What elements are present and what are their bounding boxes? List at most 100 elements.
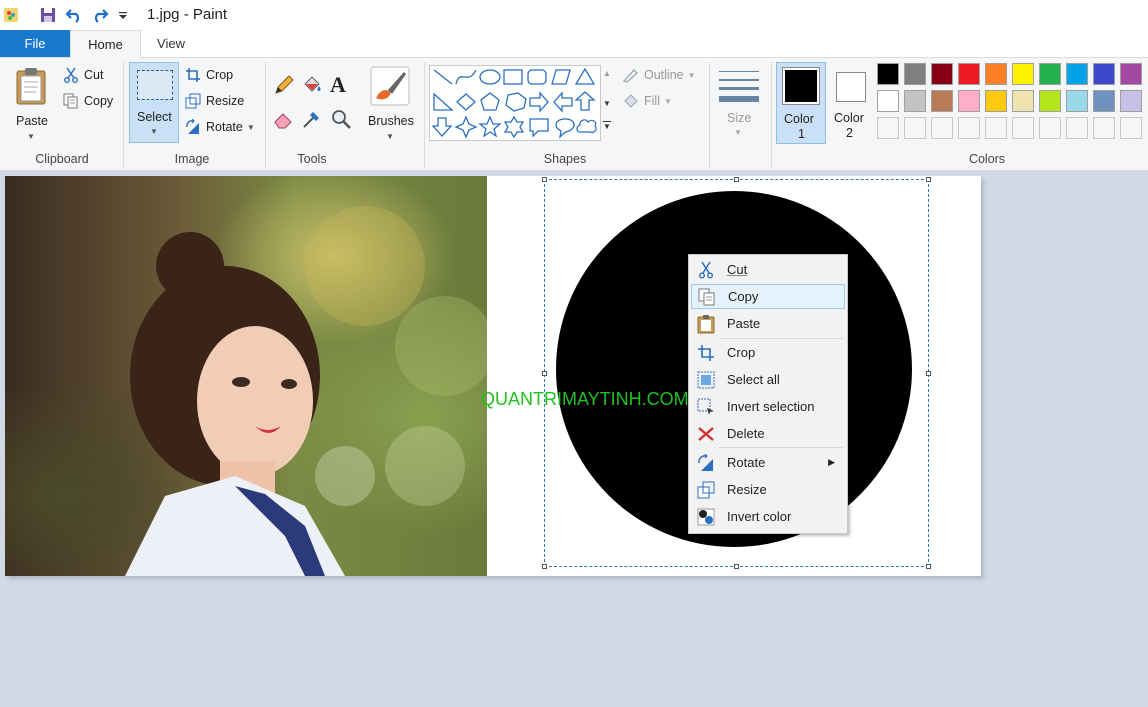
- paint-app-icon[interactable]: [1, 5, 21, 25]
- color-picker-icon[interactable]: [301, 108, 323, 133]
- menu-item-invert-color[interactable]: Invert color: [691, 504, 845, 529]
- brushes-button[interactable]: Brushes ▼: [362, 62, 418, 146]
- color-swatch[interactable]: [1093, 90, 1115, 112]
- menu-item-delete[interactable]: Delete: [691, 421, 845, 446]
- rotate-button[interactable]: Rotate ▼: [184, 116, 255, 138]
- menu-item-resize[interactable]: Resize: [691, 477, 845, 502]
- color-swatch[interactable]: [958, 63, 980, 85]
- rectangle-shape-icon[interactable]: [503, 69, 523, 85]
- color2-button[interactable]: Color 2: [828, 62, 874, 144]
- cloud-callout-shape-icon[interactable]: [576, 119, 597, 134]
- custom-color-slot[interactable]: [1012, 117, 1034, 139]
- custom-color-slot[interactable]: [904, 117, 926, 139]
- selection-handle[interactable]: [542, 564, 547, 569]
- color-swatch[interactable]: [1039, 90, 1061, 112]
- custom-color-slot[interactable]: [1120, 117, 1142, 139]
- color-swatch[interactable]: [985, 90, 1007, 112]
- rounded-rectangle-shape-icon[interactable]: [527, 69, 547, 85]
- menu-item-crop[interactable]: Crop: [691, 340, 845, 365]
- selection-handle[interactable]: [542, 177, 547, 182]
- selection-handle[interactable]: [926, 177, 931, 182]
- color-swatch[interactable]: [1066, 90, 1088, 112]
- triangle-shape-icon[interactable]: [574, 67, 596, 85]
- six-point-star-shape-icon[interactable]: [503, 115, 525, 139]
- color-swatch[interactable]: [931, 63, 953, 85]
- outline-button[interactable]: Outline ▼: [622, 64, 696, 86]
- polygon-shape-icon[interactable]: [551, 69, 571, 85]
- five-point-star-shape-icon[interactable]: [478, 115, 502, 138]
- line-shape-icon[interactable]: [433, 69, 453, 85]
- color-swatch[interactable]: [931, 90, 953, 112]
- color-swatch[interactable]: [1039, 63, 1061, 85]
- custom-color-slot[interactable]: [1093, 117, 1115, 139]
- undo-icon[interactable]: [64, 5, 84, 25]
- menu-item-paste[interactable]: Paste: [691, 311, 845, 336]
- fill-button[interactable]: Fill ▼: [622, 90, 672, 112]
- menu-item-invert-selection[interactable]: Invert selection: [691, 394, 845, 419]
- rounded-callout-shape-icon[interactable]: [529, 118, 549, 138]
- color-swatch[interactable]: [1066, 63, 1088, 85]
- four-point-star-shape-icon[interactable]: [454, 115, 478, 139]
- hexagon-shape-icon[interactable]: [505, 92, 527, 112]
- custom-color-slot[interactable]: [1039, 117, 1061, 139]
- eraser-icon[interactable]: [273, 108, 295, 133]
- scroll-down-icon[interactable]: ▼: [603, 99, 611, 108]
- color-swatch[interactable]: [904, 63, 926, 85]
- shapes-scrollbar[interactable]: ▲ ▼ ▼: [600, 65, 614, 141]
- right-triangle-shape-icon[interactable]: [433, 92, 454, 111]
- custom-color-slot[interactable]: [931, 117, 953, 139]
- diamond-shape-icon[interactable]: [456, 93, 476, 111]
- oval-shape-icon[interactable]: [479, 69, 501, 85]
- custom-color-slot[interactable]: [877, 117, 899, 139]
- color-swatch[interactable]: [1120, 63, 1142, 85]
- color-swatch[interactable]: [1012, 90, 1034, 112]
- pencil-icon[interactable]: [273, 74, 295, 99]
- oval-callout-shape-icon[interactable]: [555, 118, 575, 139]
- selection-handle[interactable]: [734, 177, 739, 182]
- selection-handle[interactable]: [542, 371, 547, 376]
- custom-color-slot[interactable]: [1066, 117, 1088, 139]
- color-swatch[interactable]: [1012, 63, 1034, 85]
- menu-item-rotate[interactable]: Rotate ▶: [691, 450, 845, 475]
- pentagon-shape-icon[interactable]: [480, 92, 500, 111]
- right-arrow-shape-icon[interactable]: [529, 91, 549, 113]
- curve-shape-icon[interactable]: [455, 69, 477, 85]
- text-tool-icon[interactable]: A: [330, 72, 346, 98]
- save-icon[interactable]: [38, 5, 58, 25]
- tab-home[interactable]: Home: [70, 30, 141, 59]
- crop-button[interactable]: Crop: [184, 64, 233, 86]
- selection-handle[interactable]: [734, 564, 739, 569]
- menu-item-select-all[interactable]: Select all: [691, 367, 845, 392]
- custom-color-slot[interactable]: [985, 117, 1007, 139]
- menu-item-cut[interactable]: Cut: [691, 257, 845, 282]
- color-swatch[interactable]: [1093, 63, 1115, 85]
- color-swatch[interactable]: [1120, 90, 1142, 112]
- color-swatch[interactable]: [877, 90, 899, 112]
- menu-item-copy[interactable]: Copy: [691, 284, 845, 309]
- resize-button[interactable]: Resize: [184, 90, 244, 112]
- paste-button[interactable]: Paste ▼: [8, 62, 56, 142]
- selection-handle[interactable]: [926, 371, 931, 376]
- up-arrow-shape-icon[interactable]: [574, 91, 596, 111]
- color1-button[interactable]: Color 1: [776, 62, 826, 144]
- left-arrow-shape-icon[interactable]: [553, 91, 573, 113]
- magnifier-icon[interactable]: [330, 108, 352, 133]
- tab-view[interactable]: View: [141, 30, 201, 57]
- customize-toolbar-icon[interactable]: [113, 5, 133, 25]
- selection-handle[interactable]: [926, 564, 931, 569]
- expand-gallery-icon[interactable]: ▼: [603, 121, 611, 131]
- color-swatch[interactable]: [958, 90, 980, 112]
- fill-bucket-icon[interactable]: [301, 74, 323, 99]
- custom-color-slot[interactable]: [958, 117, 980, 139]
- scroll-up-icon[interactable]: ▲: [603, 69, 611, 78]
- down-arrow-shape-icon[interactable]: [431, 117, 453, 137]
- copy-button[interactable]: Copy: [62, 90, 113, 112]
- redo-icon[interactable]: [90, 5, 110, 25]
- select-button[interactable]: Select ▼: [129, 62, 179, 143]
- cut-button[interactable]: Cut: [62, 64, 103, 86]
- color-swatch[interactable]: [985, 63, 1007, 85]
- tab-file[interactable]: File: [0, 30, 70, 57]
- color-swatch[interactable]: [904, 90, 926, 112]
- color-swatch[interactable]: [877, 63, 899, 85]
- size-button[interactable]: Size ▼: [714, 62, 762, 146]
